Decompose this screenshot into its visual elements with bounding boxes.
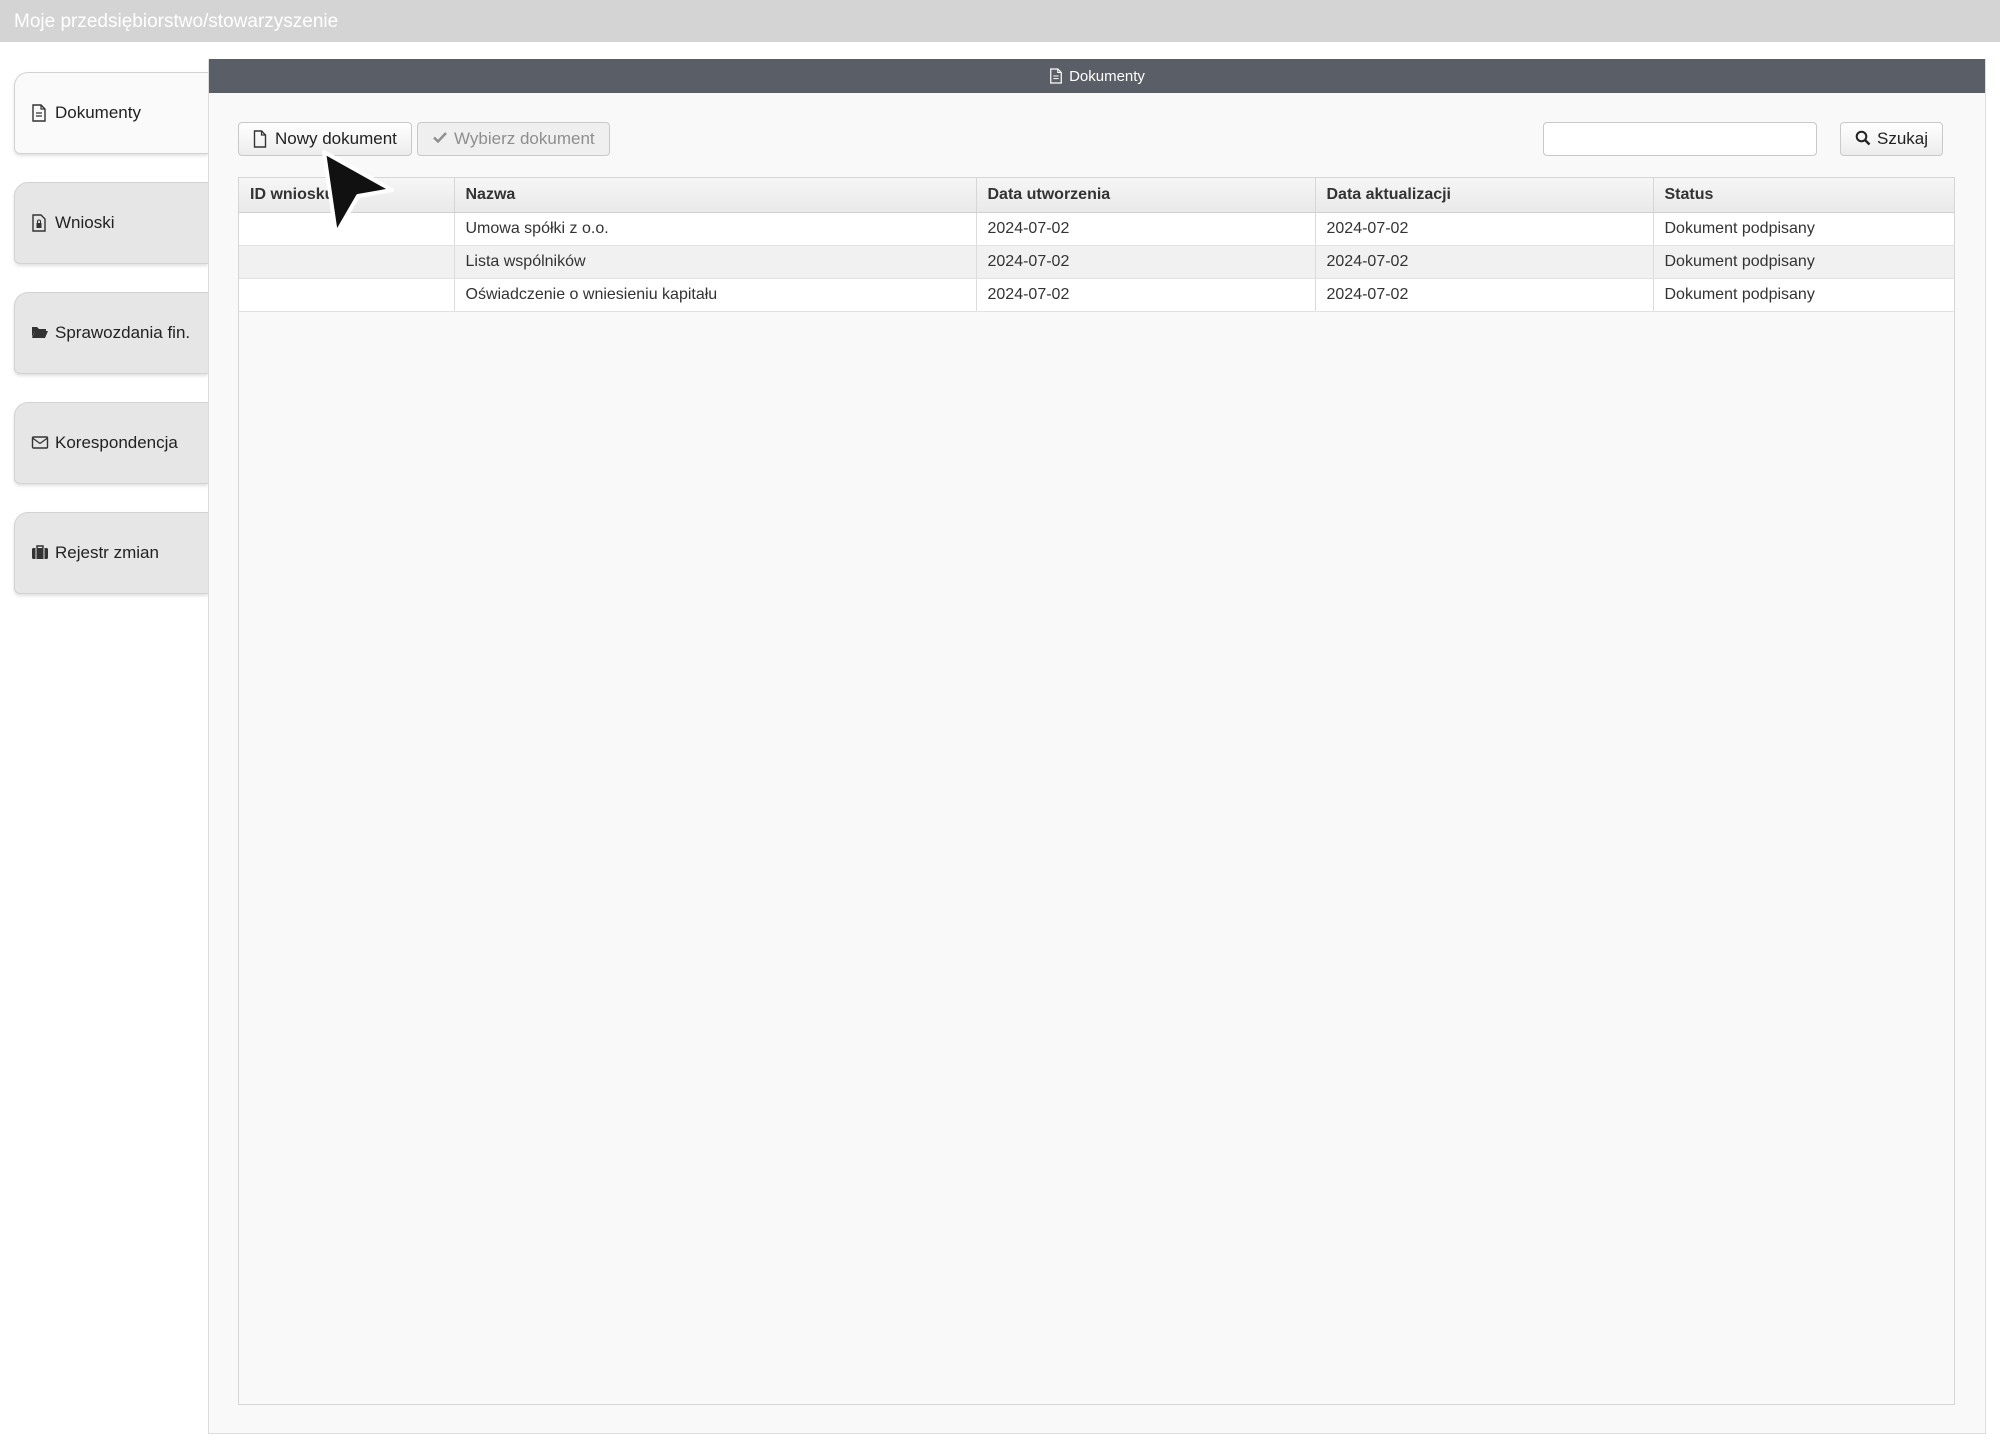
sidebar-item-label: Korespondencja	[55, 433, 178, 452]
table-header-row: ID wniosku Nazwa Data utworzenia Data ak…	[239, 178, 1954, 213]
cell-name: Umowa spółki z o.o.	[454, 212, 977, 246]
document-icon	[31, 104, 49, 122]
mouse-pointer-icon	[322, 150, 394, 236]
cell-name: Oświadczenie o wniesieniu kapitału	[454, 278, 977, 312]
column-header-updated[interactable]: Data aktualizacji	[1315, 178, 1654, 213]
sidebar-item-rejestr-zmian[interactable]: Rejestr zmian	[14, 512, 208, 594]
window-title: Moje przedsiębiorstwo/stowarzyszenie	[14, 11, 339, 32]
cell-updated: 2024-07-02	[1315, 212, 1654, 246]
sidebar-item-label: Rejestr zmian	[55, 543, 159, 562]
search-input[interactable]	[1543, 122, 1817, 156]
sidebar-item-sprawozdania[interactable]: Sprawozdania fin.	[14, 292, 208, 374]
sidebar-item-korespondencja[interactable]: Korespondencja	[14, 402, 208, 484]
cell-created: 2024-07-02	[976, 245, 1316, 279]
panel-title: Dokumenty	[1069, 67, 1145, 85]
column-header-created[interactable]: Data utworzenia	[976, 178, 1316, 213]
cell-created: 2024-07-02	[976, 212, 1316, 246]
cell-status: Dokument podpisany	[1653, 278, 1954, 312]
new-document-icon	[253, 130, 269, 148]
select-document-button[interactable]: Wybierz dokument	[417, 122, 610, 156]
documents-panel: Dokumenty Nowy dokument Wybierz dokument…	[208, 59, 1986, 1434]
sidebar-item-dokumenty[interactable]: Dokumenty	[14, 72, 208, 154]
sidebar-item-label: Wnioski	[55, 213, 115, 232]
new-document-label: Nowy dokument	[275, 129, 397, 148]
table-row[interactable]: Umowa spółki z o.o. 2024-07-02 2024-07-0…	[239, 212, 1954, 246]
envelope-icon	[31, 434, 49, 452]
documents-table: ID wniosku Nazwa Data utworzenia Data ak…	[238, 177, 1955, 1405]
sidebar-item-label: Dokumenty	[55, 103, 141, 122]
table-row[interactable]: Lista wspólników 2024-07-02 2024-07-02 D…	[239, 245, 1954, 279]
cell-id	[239, 245, 455, 279]
table-row[interactable]: Oświadczenie o wniesieniu kapitału 2024-…	[239, 278, 1954, 312]
cell-status: Dokument podpisany	[1653, 245, 1954, 279]
folder-open-icon	[31, 324, 49, 342]
cell-name: Lista wspólników	[454, 245, 977, 279]
cell-created: 2024-07-02	[976, 278, 1316, 312]
panel-header: Dokumenty	[209, 59, 1985, 93]
window-title-bar: Moje przedsiębiorstwo/stowarzyszenie	[0, 0, 2000, 42]
search-button[interactable]: Szukaj	[1840, 122, 1944, 156]
sidebar-item-wnioski[interactable]: Wnioski	[14, 182, 208, 264]
cell-updated: 2024-07-02	[1315, 245, 1654, 279]
sidebar-item-label: Sprawozdania fin.	[55, 323, 191, 342]
column-header-status[interactable]: Status	[1653, 178, 1954, 213]
cell-status: Dokument podpisany	[1653, 212, 1954, 246]
cell-updated: 2024-07-02	[1315, 278, 1654, 312]
check-icon	[432, 130, 448, 148]
briefcase-icon	[31, 544, 49, 562]
cell-id	[239, 278, 455, 312]
column-header-name[interactable]: Nazwa	[454, 178, 977, 213]
file-lock-icon	[31, 214, 49, 232]
select-document-label: Wybierz dokument	[454, 129, 595, 148]
search-icon	[1855, 130, 1871, 148]
search-button-label: Szukaj	[1877, 129, 1929, 148]
document-icon	[1049, 68, 1063, 84]
